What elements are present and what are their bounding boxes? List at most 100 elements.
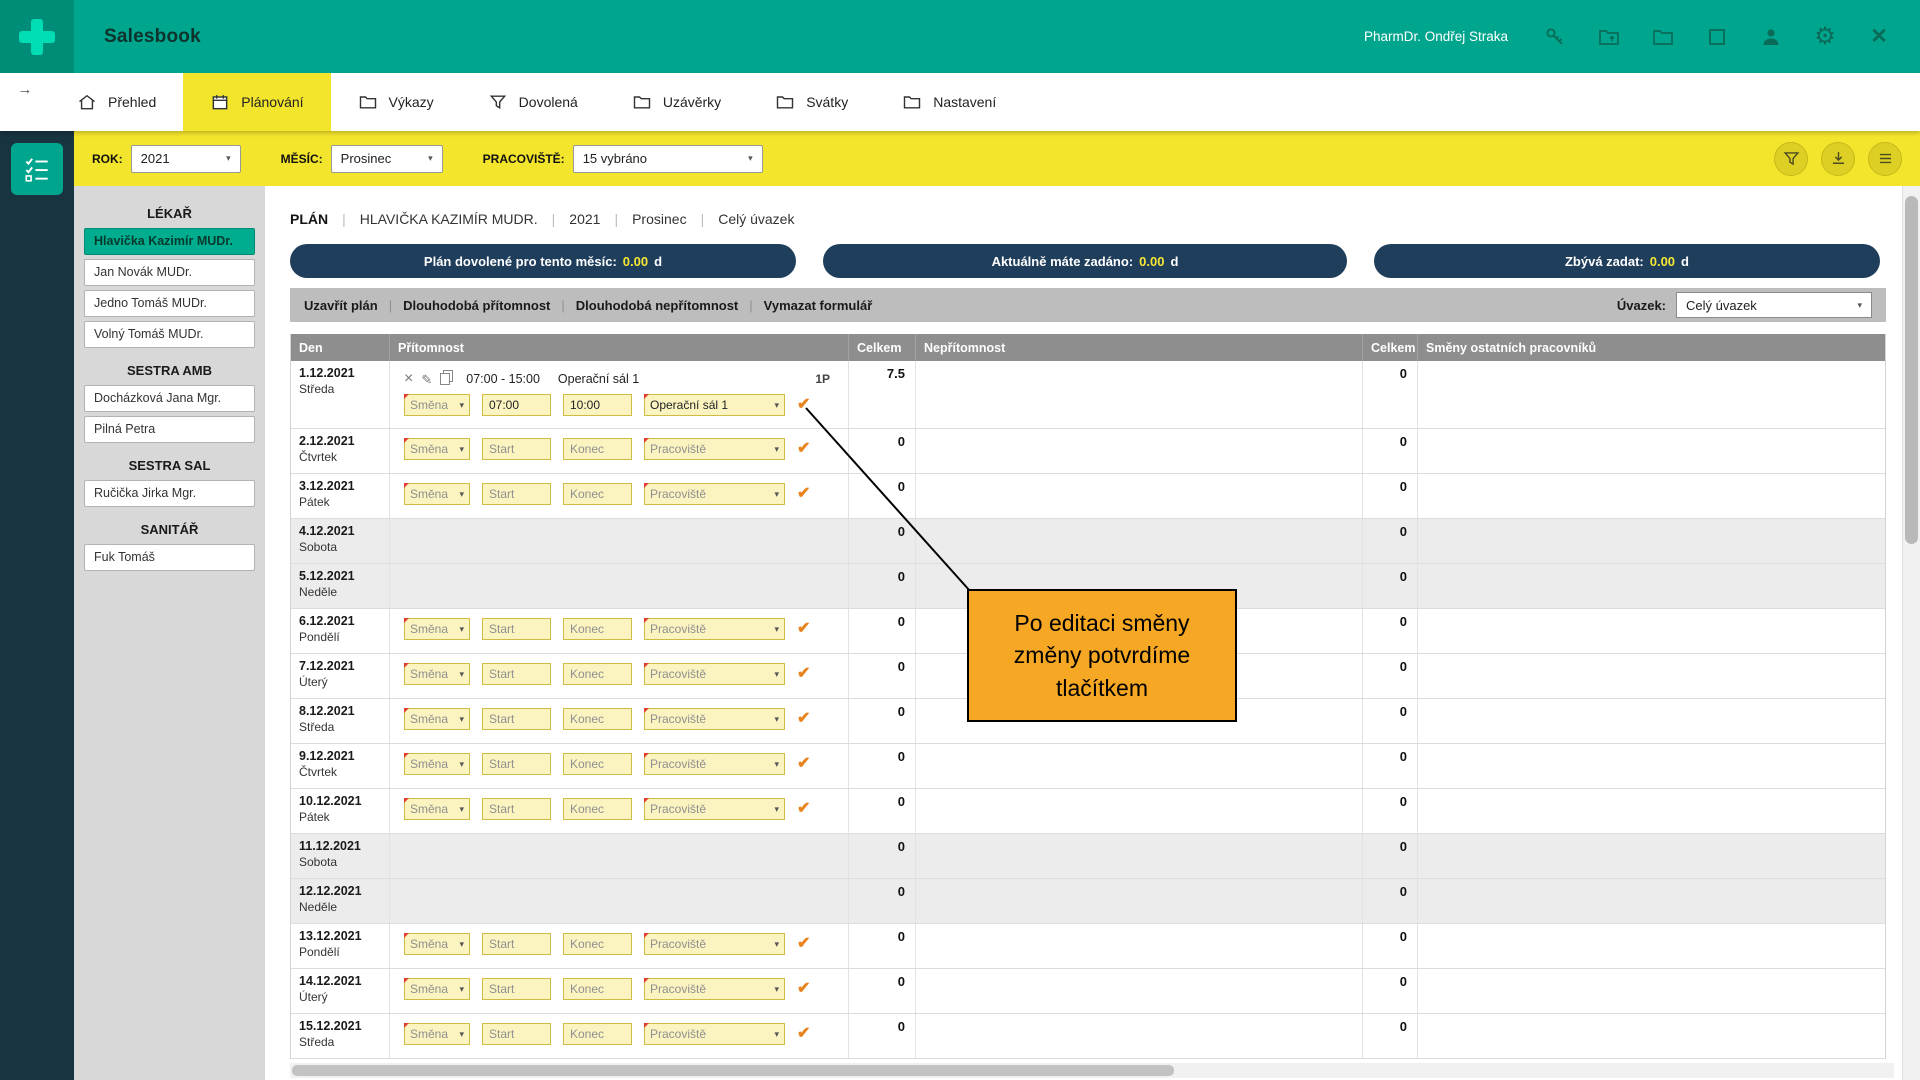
confirm-shift-button[interactable]: ✔ xyxy=(797,441,810,457)
workplace-select[interactable]: Pracoviště▾ xyxy=(644,663,785,685)
vertical-scrollbar-thumb[interactable] xyxy=(1905,196,1918,544)
workplace-select[interactable]: Pracoviště▾ xyxy=(644,618,785,640)
key-icon[interactable] xyxy=(1542,24,1568,50)
sidebar-item-volny-tomas-mudr[interactable]: Volný Tomáš MUDr. xyxy=(84,321,255,348)
close-icon[interactable]: ✕ xyxy=(1866,24,1892,50)
folder-export-icon[interactable] xyxy=(1596,24,1622,50)
pracoviste-select[interactable]: 15 vybráno ▾ xyxy=(573,145,763,173)
end-time-input[interactable] xyxy=(563,708,632,730)
end-time-input[interactable] xyxy=(563,978,632,1000)
shift-type-select[interactable]: Směna▾ xyxy=(404,483,470,505)
workplace-select[interactable]: Operační sál 1▾ xyxy=(644,394,785,416)
workplace-select[interactable]: Pracoviště▾ xyxy=(644,753,785,775)
workplace-select[interactable]: Pracoviště▾ xyxy=(644,978,785,1000)
shift-type-select[interactable]: Směna▾ xyxy=(404,618,470,640)
workplace-select[interactable]: Pracoviště▾ xyxy=(644,708,785,730)
vymazat-formular-button[interactable]: Vymazat formulář xyxy=(753,298,884,313)
end-time-input[interactable] xyxy=(563,618,632,640)
rok-select[interactable]: 2021 ▾ xyxy=(131,145,241,173)
sidebar-item-hlavicka-kazimir-mudr[interactable]: Hlavička Kazimír MUDr. xyxy=(84,228,255,255)
shift-type-select[interactable]: Směna▾ xyxy=(404,978,470,1000)
shift-type-select[interactable]: Směna▾ xyxy=(404,663,470,685)
sidebar-item-jan-novak-mudr[interactable]: Jan Novák MUDr. xyxy=(84,259,255,286)
start-time-input[interactable] xyxy=(482,483,551,505)
edit-entry-icon[interactable]: ✎ xyxy=(421,373,432,386)
gear-icon[interactable]: ⚙ xyxy=(1812,24,1838,50)
workplace-select[interactable]: Pracoviště▾ xyxy=(644,483,785,505)
end-time-input[interactable] xyxy=(563,394,632,416)
start-time-input[interactable] xyxy=(482,663,551,685)
app-logo[interactable] xyxy=(0,0,74,73)
confirm-shift-button[interactable]: ✔ xyxy=(797,486,810,502)
start-time-input[interactable] xyxy=(482,1023,551,1045)
start-time-input[interactable] xyxy=(482,438,551,460)
collapse-arrow-icon[interactable]: → xyxy=(0,73,50,131)
sidebar-item-dochazkova-jana-mgr[interactable]: Docházková Jana Mgr. xyxy=(84,385,255,412)
start-time-input[interactable] xyxy=(482,618,551,640)
shift-type-select[interactable]: Směna▾ xyxy=(404,933,470,955)
workplace-select[interactable]: Pracoviště▾ xyxy=(644,798,785,820)
horizontal-scrollbar-thumb[interactable] xyxy=(292,1065,1174,1076)
dlouhodoba-nepritomnost-button[interactable]: Dlouhodobá nepřítomnost xyxy=(565,298,749,313)
user-icon[interactable] xyxy=(1758,24,1784,50)
workplace-select[interactable]: Pracoviště▾ xyxy=(644,1023,785,1045)
menu-circle-button[interactable] xyxy=(1868,142,1902,176)
nav-item-svatky[interactable]: Svátky xyxy=(748,73,875,131)
shift-type-select[interactable]: Směna▾ xyxy=(404,394,470,416)
confirm-shift-button[interactable]: ✔ xyxy=(797,936,810,952)
start-time-input[interactable] xyxy=(482,798,551,820)
mesic-select[interactable]: Prosinec ▾ xyxy=(331,145,443,173)
sidebar-item-pilna-petra[interactable]: Pilná Petra xyxy=(84,416,255,443)
end-time-input[interactable] xyxy=(563,753,632,775)
nav-item-prehled[interactable]: Přehled xyxy=(50,73,183,131)
confirm-shift-button[interactable]: ✔ xyxy=(797,801,810,817)
confirm-shift-button[interactable]: ✔ xyxy=(797,397,810,413)
confirm-shift-button[interactable]: ✔ xyxy=(797,1026,810,1042)
delete-entry-icon[interactable]: × xyxy=(404,371,413,387)
nav-item-dovolena[interactable]: Dovolená xyxy=(461,73,605,131)
start-time-input[interactable] xyxy=(482,978,551,1000)
shift-type-select[interactable]: Směna▾ xyxy=(404,753,470,775)
uzavrit-plan-button[interactable]: Uzavřít plán xyxy=(304,298,389,313)
workplace-select[interactable]: Pracoviště▾ xyxy=(644,438,785,460)
start-time-input[interactable] xyxy=(482,394,551,416)
nav-item-planovani[interactable]: Plánování xyxy=(183,73,330,131)
confirm-shift-button[interactable]: ✔ xyxy=(797,981,810,997)
end-time-input[interactable] xyxy=(563,1023,632,1045)
shift-type-select[interactable]: Směna▾ xyxy=(404,1023,470,1045)
stop-icon[interactable] xyxy=(1704,24,1730,50)
shift-type-select[interactable]: Směna▾ xyxy=(404,708,470,730)
end-time-input[interactable] xyxy=(563,663,632,685)
confirm-shift-button[interactable]: ✔ xyxy=(797,756,810,772)
shift-type-select[interactable]: Směna▾ xyxy=(404,438,470,460)
nav-item-vykazy[interactable]: Výkazy xyxy=(331,73,461,131)
nav-item-nastaveni[interactable]: Nastavení xyxy=(875,73,1023,131)
sidebar-item-fuk-tomas[interactable]: Fuk Tomáš xyxy=(84,544,255,571)
end-time-input[interactable] xyxy=(563,483,632,505)
end-time-input[interactable] xyxy=(563,438,632,460)
confirm-shift-button[interactable]: ✔ xyxy=(797,621,810,637)
nav-item-uzaverky[interactable]: Uzávěrky xyxy=(605,73,748,131)
end-time-input[interactable] xyxy=(563,933,632,955)
checklist-button[interactable] xyxy=(11,143,63,195)
sidebar-item-jedno-tomas-mudr[interactable]: Jedno Tomáš MUDr. xyxy=(84,290,255,317)
copy-entry-icon[interactable] xyxy=(440,373,450,385)
vertical-scrollbar[interactable] xyxy=(1902,186,1920,1080)
filter-circle-button[interactable] xyxy=(1774,142,1808,176)
shift-type-select[interactable]: Směna▾ xyxy=(404,798,470,820)
export-circle-button[interactable] xyxy=(1821,142,1855,176)
table-row: 11.12.2021Sobota00 xyxy=(291,834,1885,879)
row-day: Sobota xyxy=(299,855,389,869)
end-time-input[interactable] xyxy=(563,798,632,820)
confirm-shift-button[interactable]: ✔ xyxy=(797,711,810,727)
folder-icon[interactable] xyxy=(1650,24,1676,50)
confirm-shift-button[interactable]: ✔ xyxy=(797,666,810,682)
sidebar-item-rucicka-jirka-mgr[interactable]: Ručička Jirka Mgr. xyxy=(84,480,255,507)
dlouhodoba-pritomnost-button[interactable]: Dlouhodobá přítomnost xyxy=(392,298,561,313)
horizontal-scrollbar[interactable] xyxy=(290,1063,1894,1078)
start-time-input[interactable] xyxy=(482,708,551,730)
start-time-input[interactable] xyxy=(482,753,551,775)
start-time-input[interactable] xyxy=(482,933,551,955)
uvazek-select[interactable]: Celý úvazek ▾ xyxy=(1676,292,1872,318)
workplace-select[interactable]: Pracoviště▾ xyxy=(644,933,785,955)
